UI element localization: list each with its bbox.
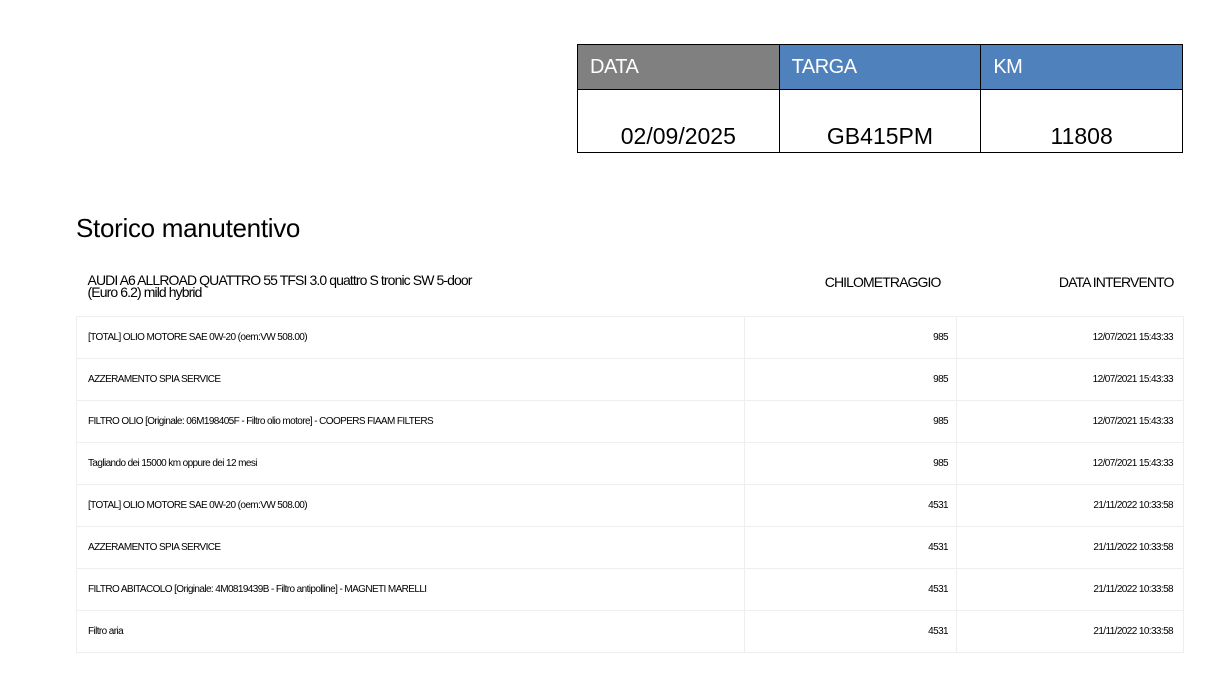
table-row: [TOTAL] OLIO MOTORE SAE 0W-20 (oem:VW 50…: [76, 316, 1184, 359]
vehicle-model-label: AUDI A6 ALLROAD QUATTRO 55 TFSI 3.0 quat…: [87, 272, 473, 300]
service-description: FILTRO ABITACOLO [Originale: 4M0819439B …: [76, 568, 745, 611]
service-mileage: 985: [744, 442, 957, 485]
plate-value: GB415PM: [778, 89, 982, 153]
service-date: 21/11/2022 10:33:58: [956, 484, 1184, 527]
table-row: AZZERAMENTO SPIA SERVICE 4531 21/11/2022 1…: [76, 526, 1184, 569]
table-row: [TOTAL] OLIO MOTORE SAE 0W-20 (oem:VW 50…: [76, 484, 1184, 527]
km-column-header: KM: [980, 44, 1183, 90]
service-mileage: 4531: [744, 484, 957, 527]
service-date: 21/11/2022 10:33:58: [956, 610, 1184, 653]
history-rows: [TOTAL] OLIO MOTORE SAE 0W-20 (oem:VW 50…: [76, 316, 1184, 653]
table-row: AZZERAMENTO SPIA SERVICE 985 12/07/2021 15…: [76, 358, 1184, 401]
table-row: Filtro aria 4531 21/11/2022 10:33:58: [76, 610, 1184, 653]
service-mileage: 985: [744, 400, 957, 443]
service-mileage: 985: [744, 358, 957, 401]
table-row: FILTRO OLIO [Originale: 06M198405F - Fil…: [76, 400, 1184, 443]
service-description: [TOTAL] OLIO MOTORE SAE 0W-20 (oem:VW 50…: [76, 484, 745, 527]
service-description: Filtro aria: [76, 610, 745, 653]
service-date-header: DATA INTERVENTO: [956, 266, 1184, 317]
service-date: 12/07/2021 15:43:33: [956, 400, 1184, 443]
service-date: 12/07/2021 15:43:33: [956, 358, 1184, 401]
km-value: 11808: [980, 89, 1183, 153]
mileage-header: CHILOMETRAGGIO: [744, 266, 957, 317]
service-mileage: 985: [744, 316, 957, 359]
vehicle-info-table: DATA TARGA KM 02/09/2025 GB415PM 11808: [577, 44, 1183, 153]
service-date: 12/07/2021 15:43:33: [956, 442, 1184, 485]
service-description: FILTRO OLIO [Originale: 06M198405F - Fil…: [76, 400, 745, 443]
date-column-header: DATA: [577, 44, 780, 90]
service-date: 12/07/2021 15:43:33: [956, 316, 1184, 359]
vehicle-model-header: AUDI A6 ALLROAD QUATTRO 55 TFSI 3.0 quat…: [76, 266, 745, 317]
service-description: [TOTAL] OLIO MOTORE SAE 0W-20 (oem:VW 50…: [76, 316, 745, 359]
service-date: 21/11/2022 10:33:58: [956, 526, 1184, 569]
plate-column-header: TARGA: [778, 44, 982, 90]
date-value: 02/09/2025: [577, 89, 780, 153]
service-mileage: 4531: [744, 610, 957, 653]
service-mileage: 4531: [744, 526, 957, 569]
service-date: 21/11/2022 10:33:58: [956, 568, 1184, 611]
service-mileage: 4531: [744, 568, 957, 611]
table-row: Tagliando dei 15000 km oppure dei 12 mes…: [76, 442, 1184, 485]
table-row: FILTRO ABITACOLO [Originale: 4M0819439B …: [76, 568, 1184, 611]
service-description: AZZERAMENTO SPIA SERVICE: [76, 358, 745, 401]
maintenance-history-table: AUDI A6 ALLROAD QUATTRO 55 TFSI 3.0 quat…: [76, 266, 1184, 653]
history-header-row: AUDI A6 ALLROAD QUATTRO 55 TFSI 3.0 quat…: [76, 266, 1184, 317]
service-description: Tagliando dei 15000 km oppure dei 12 mes…: [76, 442, 745, 485]
service-description: AZZERAMENTO SPIA SERVICE: [76, 526, 745, 569]
section-title: Storico manutentivo: [76, 213, 301, 243]
